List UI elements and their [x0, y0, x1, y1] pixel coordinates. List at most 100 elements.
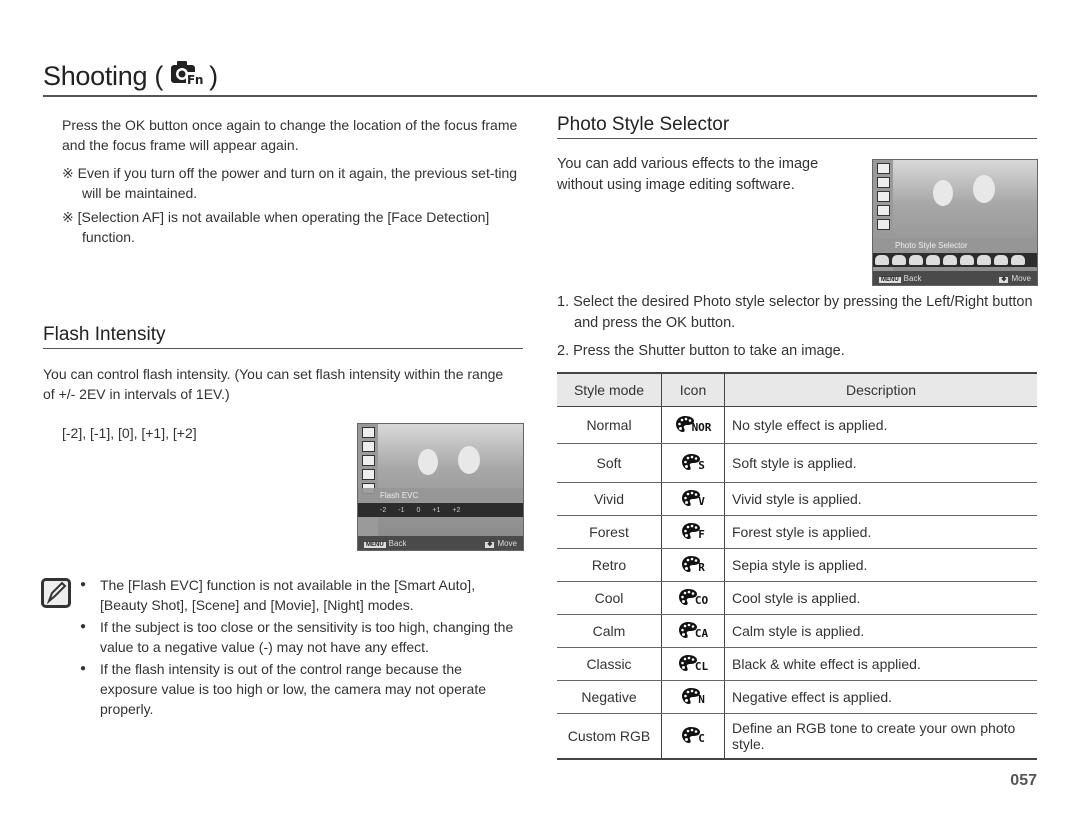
style-description-cell: Sepia style is applied. — [724, 548, 1037, 582]
style-mode-cell: Soft — [557, 443, 662, 483]
style-description-cell: Define an RGB tone to create your own ph… — [724, 713, 1037, 760]
style-icon-cell: V — [661, 482, 725, 516]
style-description-cell: Negative effect is applied. — [724, 680, 1037, 714]
style-table: Style mode Icon Description Normal NOR No … — [557, 372, 1037, 760]
move-icon: ✥ — [999, 276, 1009, 283]
style-mode-cell: Forest — [557, 515, 662, 549]
style-code: N — [698, 692, 705, 706]
step-2: 2. Press the Shutter button to take an i… — [557, 343, 845, 359]
style-code: V — [698, 494, 705, 508]
col-style-mode: Style mode — [557, 372, 662, 407]
flash-evc-scale[interactable]: -2 -1 0 +1 +2 — [358, 503, 523, 517]
style-icon-cell: CO — [661, 581, 725, 615]
style-code: CA — [694, 626, 709, 640]
style-code: CO — [694, 593, 709, 607]
screen-side-menu — [358, 424, 378, 536]
style-code: F — [698, 527, 705, 541]
style-icon-cell: C — [661, 713, 725, 760]
flash-evc-label: Flash EVC — [358, 488, 523, 502]
style-code: C — [698, 731, 705, 745]
photo-style-paragraph: You can add various effects to the image… — [557, 156, 819, 193]
style-icons-strip[interactable] — [873, 253, 1037, 267]
photo-style-label: Photo Style Selector — [873, 238, 1037, 252]
palette-c-icon: C — [681, 726, 705, 744]
flash-note-bullet: The [Flash EVC] function is not availabl… — [80, 575, 520, 615]
style-mode-cell: Classic — [557, 647, 662, 681]
back-label: Back — [903, 273, 922, 283]
style-mode-cell: Negative — [557, 680, 662, 714]
move-icon: ✥ — [485, 541, 495, 548]
style-description-cell: Calm style is applied. — [724, 614, 1037, 648]
flash-note-bullet: If the flash intensity is out of the con… — [80, 659, 520, 719]
style-code: CL — [694, 659, 709, 673]
style-description-cell: No style effect is applied. — [724, 406, 1037, 444]
photo-style-rule — [557, 138, 1037, 139]
table-row: Forest F Forest style is applied. — [557, 515, 1037, 549]
table-row: Vivid V Vivid style is applied. — [557, 482, 1037, 516]
style-mode-cell: Retro — [557, 548, 662, 582]
palette-nor-icon: NOR — [675, 415, 712, 434]
style-mode-cell: Calm — [557, 614, 662, 648]
photo-style-screen: Photo Style Selector MENU Back ✥ Move — [872, 159, 1038, 286]
move-label: Move — [497, 538, 517, 548]
flash-intensity-heading: Flash Intensity — [43, 324, 166, 345]
palette-r-icon: R — [681, 555, 705, 573]
palette-ca-icon: CA — [678, 621, 708, 639]
scale-tick: +1 — [432, 506, 441, 514]
style-mode-cell: Vivid — [557, 482, 662, 516]
style-code: NOR — [691, 420, 712, 434]
screen-bottom-bar: MENU Back ✥ Move — [358, 536, 523, 550]
screen-photo — [378, 424, 523, 536]
page-number: 057 — [1010, 772, 1037, 789]
style-icon-cell: NOR — [661, 406, 725, 444]
flash-values: [-2], [-1], [0], [+1], [+2] — [62, 425, 197, 441]
style-icon-cell: N — [661, 680, 725, 714]
palette-f-icon: F — [681, 522, 705, 540]
palette-co-icon: CO — [678, 588, 708, 606]
table-header-row: Style mode Icon Description — [557, 372, 1037, 407]
style-description-cell: Forest style is applied. — [724, 515, 1037, 549]
svg-text:Fn: Fn — [187, 73, 203, 86]
back-label: Back — [388, 538, 407, 548]
style-description-cell: Cool style is applied. — [724, 581, 1037, 615]
scale-tick: -1 — [398, 506, 405, 514]
note-pencil-icon — [41, 578, 71, 608]
table-row: Normal NOR No style effect is applied. — [557, 406, 1037, 444]
screen-bottom-bar: MENU Back ✥ Move — [873, 271, 1037, 285]
page-title-close: ) — [209, 61, 218, 91]
palette-s-icon: S — [681, 453, 705, 471]
style-icon-cell: CL — [661, 647, 725, 681]
page-title-text: Shooting ( — [43, 61, 164, 91]
table-row: Classic CL Black & white effect is applied… — [557, 647, 1037, 681]
style-icon-cell: F — [661, 515, 725, 549]
flash-notes: The [Flash EVC] function is not availabl… — [80, 575, 520, 721]
palette-cl-icon: CL — [678, 654, 708, 672]
flash-evc-screen: Flash EVC -2 -1 0 +1 +2 MENU Back ✥ Move — [357, 423, 524, 551]
scale-tick: -2 — [380, 506, 387, 514]
focus-paragraph: Press the OK button once again to change… — [62, 117, 518, 153]
style-icon-cell: CA — [661, 614, 725, 648]
style-description-cell: Vivid style is applied. — [724, 482, 1037, 516]
photo-style-heading: Photo Style Selector — [557, 114, 730, 135]
table-row: Soft S Soft style is applied. — [557, 443, 1037, 483]
flash-paragraph: You can control flash intensity. (You ca… — [43, 366, 504, 402]
style-mode-cell: Custom RGB — [557, 713, 662, 760]
step-1: 1. Select the desired Photo style select… — [557, 294, 1033, 331]
table-row: Retro R Sepia style is applied. — [557, 548, 1037, 582]
style-mode-cell: Cool — [557, 581, 662, 615]
table-row: Custom RGB C Define an RGB tone to create … — [557, 713, 1037, 760]
title-rule — [43, 95, 1037, 97]
table-row: Calm CA Calm style is applied. — [557, 614, 1037, 648]
palette-n-icon: N — [681, 687, 705, 705]
menu-key: MENU — [879, 276, 901, 283]
col-description: Description — [724, 372, 1037, 407]
focus-note-1: ※ Even if you turn off the power and tur… — [62, 165, 518, 201]
focus-note-2: ※ [Selection AF] is not available when o… — [62, 209, 490, 245]
style-icon-cell: R — [661, 548, 725, 582]
table-row: Cool CO Cool style is applied. — [557, 581, 1037, 615]
palette-v-icon: V — [681, 489, 705, 507]
scale-tick: +2 — [452, 506, 461, 514]
style-description-cell: Soft style is applied. — [724, 443, 1037, 483]
col-icon: Icon — [661, 372, 725, 407]
menu-key: MENU — [364, 541, 386, 548]
